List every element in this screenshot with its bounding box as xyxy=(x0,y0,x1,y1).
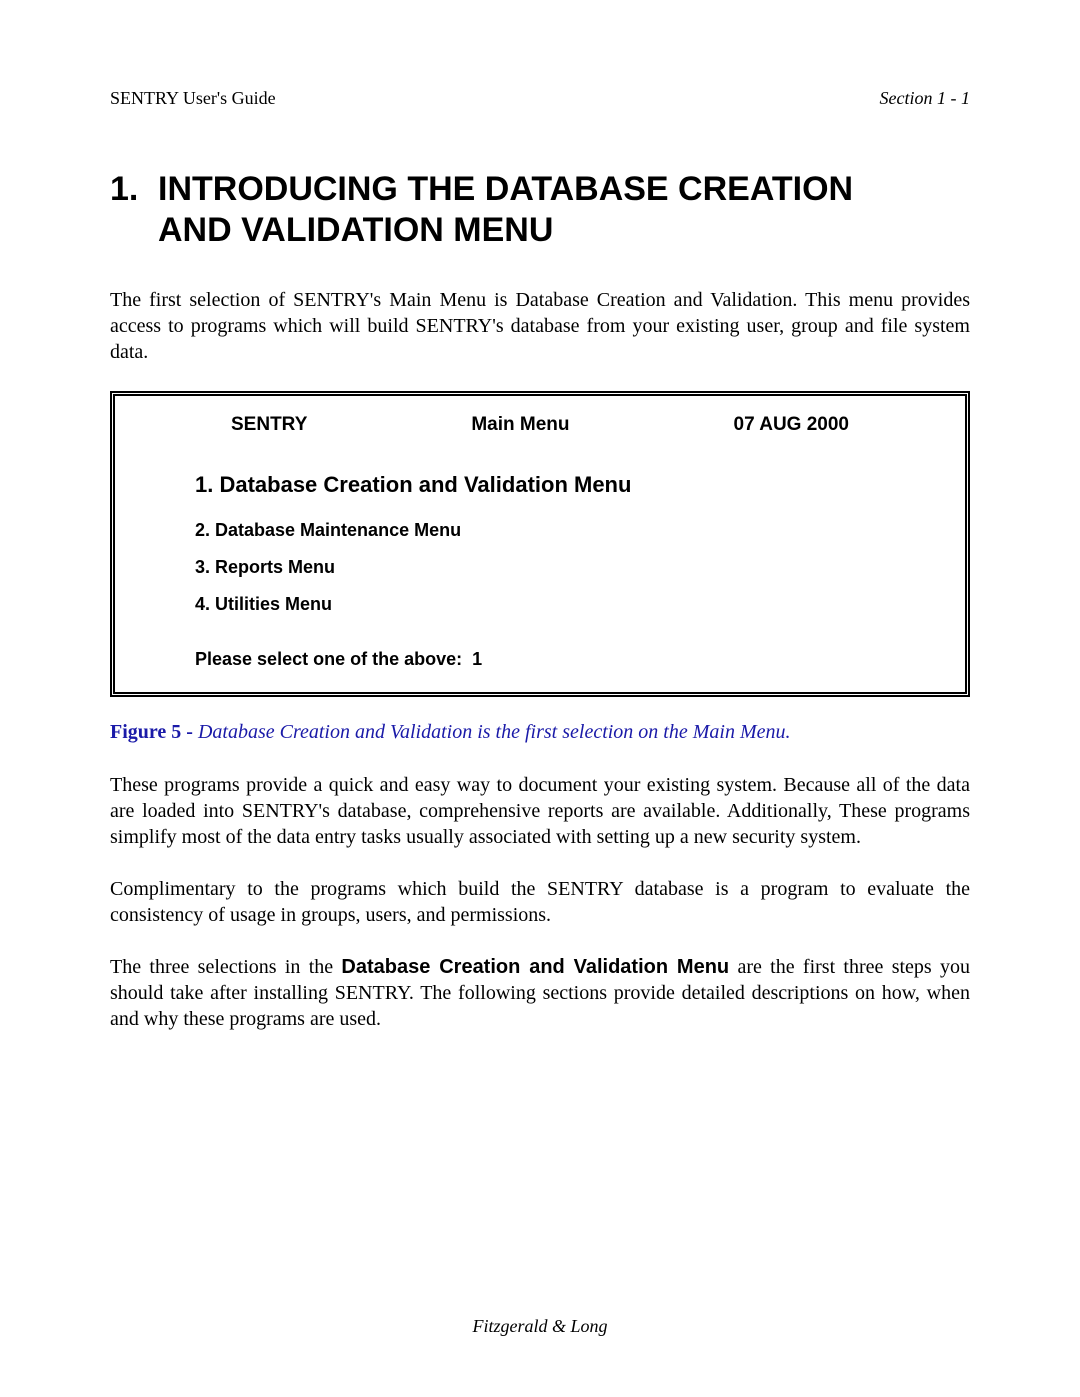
menu-item-3: 3. Reports Menu xyxy=(195,557,939,578)
menu-item-1: 1. Database Creation and Validation Menu xyxy=(195,472,939,498)
section-title-line1: INTRODUCING THE DATABASE CREATION xyxy=(158,170,853,208)
menu-date: 07 AUG 2000 xyxy=(734,414,849,436)
body-paragraph-3: Complimentary to the programs which buil… xyxy=(110,876,970,928)
menu-items: 1. Database Creation and Validation Menu… xyxy=(195,472,939,615)
body-paragraph-2: These programs provide a quick and easy … xyxy=(110,772,970,850)
menu-title: Main Menu xyxy=(471,414,569,436)
page-footer: Fitzgerald & Long xyxy=(0,1316,1080,1337)
body-paragraph-4: The three selections in the Database Cre… xyxy=(110,954,970,1032)
header-left: SENTRY User's Guide xyxy=(110,88,276,109)
running-header: SENTRY User's Guide Section 1 - 1 xyxy=(110,88,970,109)
para4-pre: The three selections in the xyxy=(110,956,341,978)
intro-paragraph: The first selection of SENTRY's Main Men… xyxy=(110,287,970,365)
section-title-line2: AND VALIDATION MENU xyxy=(110,210,970,251)
menu-app-name: SENTRY xyxy=(231,414,307,436)
menu-header-row: SENTRY Main Menu 07 AUG 2000 xyxy=(231,414,849,436)
menu-prompt: Please select one of the above: 1 xyxy=(195,649,939,670)
figure-label: Figure 5 - xyxy=(110,721,198,743)
figure-text: Database Creation and Validation is the … xyxy=(198,721,791,743)
main-menu-box: SENTRY Main Menu 07 AUG 2000 1. Database… xyxy=(110,391,970,697)
menu-prompt-value: 1 xyxy=(472,649,482,669)
menu-item-4: 4. Utilities Menu xyxy=(195,594,939,615)
document-page: SENTRY User's Guide Section 1 - 1 1.INTR… xyxy=(0,0,1080,1397)
section-number: 1. xyxy=(110,169,158,210)
menu-item-2: 2. Database Maintenance Menu xyxy=(195,520,939,541)
figure-caption: Figure 5 - Database Creation and Validat… xyxy=(110,721,970,744)
para4-bold: Database Creation and Validation Menu xyxy=(341,956,729,978)
menu-prompt-label: Please select one of the above: xyxy=(195,649,462,669)
section-heading: 1.INTRODUCING THE DATABASE CREATION AND … xyxy=(110,169,970,251)
header-right: Section 1 - 1 xyxy=(880,88,970,109)
